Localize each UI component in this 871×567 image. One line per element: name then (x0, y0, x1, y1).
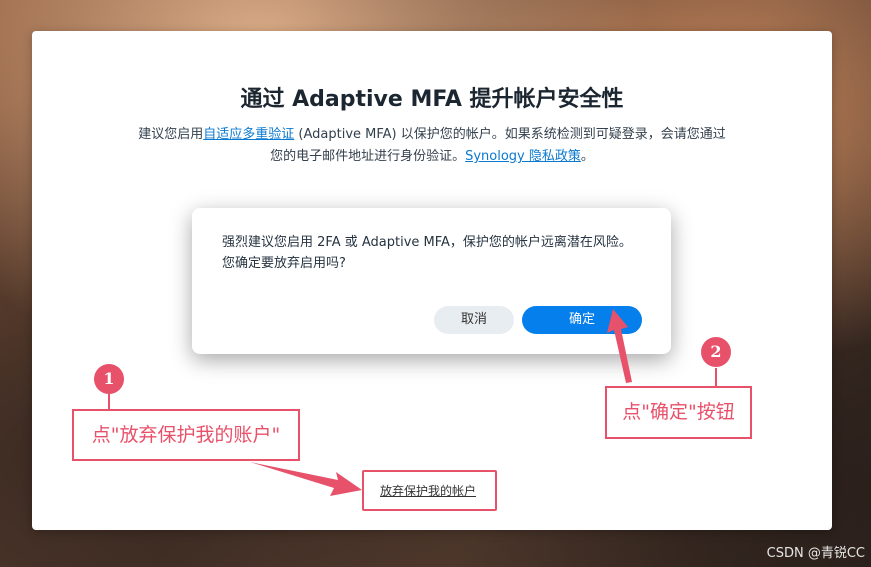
step2-badge: 2 (701, 337, 731, 367)
step1-badge: 1 (94, 364, 124, 394)
give-up-link-highlight (362, 470, 497, 511)
step1-arrow (250, 462, 362, 496)
step2-arrow (607, 309, 632, 383)
step2-label: 点"确定"按钮 (605, 386, 752, 439)
csdn-watermark: CSDN @青锐CC (766, 546, 865, 561)
step1-label: 点"放弃保护我的账户" (72, 409, 300, 461)
